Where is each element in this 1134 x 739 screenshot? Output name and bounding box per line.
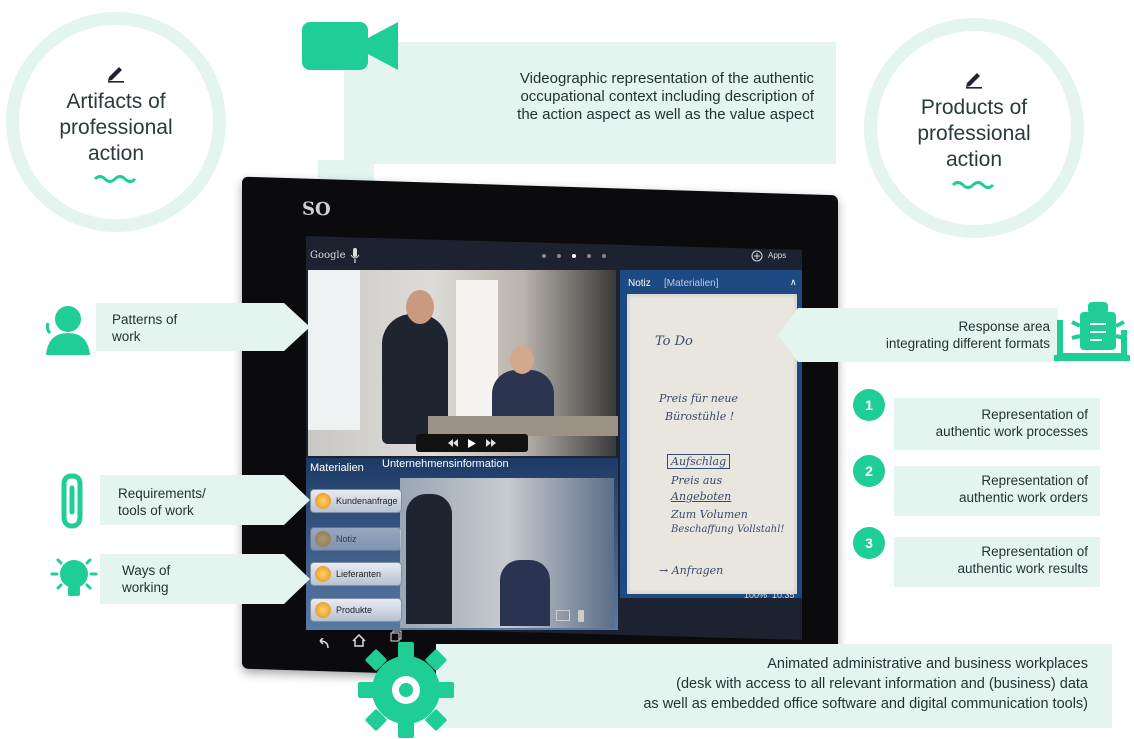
note-line: Aufschlag: [667, 454, 731, 469]
material-item-label: Produkte: [336, 605, 373, 615]
phone-icon[interactable]: [578, 610, 584, 622]
notes-paper[interactable]: To Do Preis für neue Bürostühle ! Aufsch…: [627, 294, 797, 594]
note-line: Beschaffung Vollstahl!: [671, 524, 785, 535]
response-callout-pointer: [778, 308, 818, 362]
number-badge-1: 1: [853, 389, 885, 421]
video-player[interactable]: [308, 270, 618, 456]
note-line: To Do: [655, 334, 693, 349]
lightbulb-icon: [50, 558, 98, 596]
requirements-callout-pointer: [264, 475, 310, 525]
rewind-icon[interactable]: [448, 439, 458, 447]
paperclip-icon: [61, 473, 83, 529]
tablet-brand: SO: [302, 198, 331, 221]
response-callout-text: Response area integrating different form…: [885, 319, 1050, 351]
recent-apps-buttons[interactable]: [556, 610, 592, 624]
materials-person-1: [406, 494, 452, 624]
animated-workplace-callout-text: Animated administrative and business wor…: [643, 656, 1088, 712]
video-person-seated-head: [510, 346, 534, 374]
worker-person-icon: [45, 306, 90, 355]
notes-materials-tab[interactable]: [Materialien]: [664, 278, 718, 289]
products-title: Products of professional action: [917, 96, 1031, 171]
video-window-light: [308, 270, 360, 430]
play-icon[interactable]: [468, 438, 476, 448]
note-line: Angeboten: [671, 490, 732, 503]
patterns-callout-pointer: [264, 303, 310, 351]
video-controls[interactable]: [416, 434, 528, 452]
apps-label[interactable]: Apps: [768, 251, 786, 260]
homescreen-page-dots: [542, 254, 606, 258]
material-item-label: Kundenanfrage: [336, 496, 398, 506]
fast-forward-icon[interactable]: [486, 439, 496, 447]
company-info-tab[interactable]: Unternehmensinformation: [382, 458, 509, 470]
materials-person-2: [500, 560, 550, 626]
pencil-icon: [108, 67, 124, 83]
video-callout-text: Videographic representation of the authe…: [517, 70, 814, 123]
material-item-icon: [315, 531, 331, 547]
microphone-icon[interactable]: [350, 248, 360, 264]
window-icon[interactable]: [556, 610, 570, 621]
artifacts-circle: Artifacts of professional action: [6, 12, 226, 232]
ways-callout-pointer: [264, 554, 310, 604]
notes-tab[interactable]: Notiz: [628, 278, 651, 289]
requirements-callout-text: Requirements/ tools of work: [118, 486, 206, 518]
artifacts-title: Artifacts of professional action: [59, 90, 173, 165]
wave-decoration: [951, 181, 995, 189]
rep1-callout-text: Representation of authentic work process…: [935, 407, 1088, 439]
material-item-label: Lieferanten: [336, 569, 382, 579]
video-camera-icon: [302, 22, 398, 70]
material-item-label: Notiz: [336, 534, 357, 544]
gear-icon: [358, 642, 454, 738]
rep2-callout-text: Representation of authentic work orders: [958, 473, 1088, 505]
note-line: Preis für neue: [659, 392, 738, 405]
note-line: Zum Volumen: [671, 508, 748, 521]
material-item-kundenanfrage[interactable]: Kundenanfrage: [310, 489, 402, 513]
materials-tab[interactable]: Materialien: [310, 462, 364, 474]
material-item-icon: [315, 602, 331, 618]
material-item-notiz[interactable]: Notiz: [310, 527, 402, 551]
material-item-icon: [315, 493, 331, 509]
note-line: Bürostühle !: [665, 410, 735, 423]
video-desk: [428, 416, 618, 436]
response-device-icon: [1054, 302, 1130, 361]
video-person-standing-head: [406, 290, 434, 324]
add-icon[interactable]: [751, 250, 763, 262]
status-text: 100% 10:35: [744, 590, 795, 600]
note-line: Preis aus: [671, 474, 723, 487]
material-item-icon: [315, 566, 331, 582]
products-circle: Products of professional action: [864, 18, 1084, 238]
patterns-callout-text: Patterns of work: [112, 312, 178, 344]
material-item-lieferanten[interactable]: Lieferanten: [310, 562, 402, 586]
pencil-icon: [966, 73, 982, 89]
rep3-callout-text: Representation of authentic work results: [957, 544, 1088, 576]
number-badge-2: 2: [853, 455, 885, 487]
number-badge-3: 3: [853, 527, 885, 559]
wave-decoration: [93, 175, 137, 183]
note-line: → Anfragen: [659, 564, 724, 577]
notes-collapse-button[interactable]: ∧: [790, 277, 797, 288]
back-icon[interactable]: [316, 638, 330, 650]
google-label: Google: [310, 250, 346, 261]
material-item-produkte[interactable]: Produkte: [310, 598, 402, 622]
google-search-bar[interactable]: Google Apps: [306, 244, 802, 268]
ways-callout-text: Ways of working: [122, 563, 171, 595]
